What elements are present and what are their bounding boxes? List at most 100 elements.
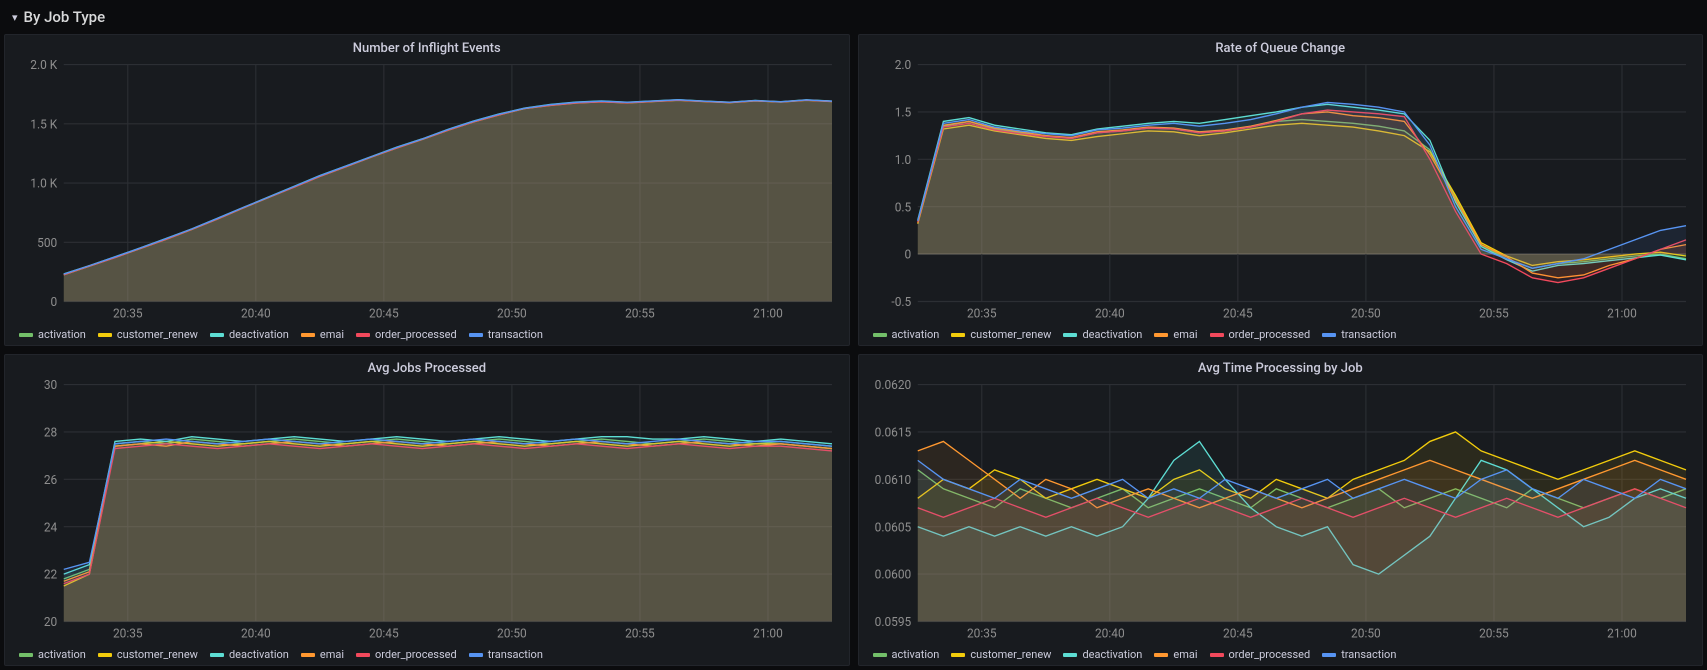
svg-text:20: 20 [44,615,58,629]
legend-label: activation [38,648,86,661]
legend-swatch [469,653,483,657]
legend-item-order_processed[interactable]: order_processed [1210,648,1311,661]
panel-queue-rate[interactable]: Rate of Queue Change-0.500.51.01.52.020:… [858,34,1704,346]
chart-area[interactable]: -0.500.51.01.52.020:3520:4020:4520:5020:… [869,60,1693,322]
legend-swatch [301,333,315,337]
legend-swatch [1322,653,1336,657]
legend-item-emai[interactable]: emai [1154,328,1197,341]
svg-text:0.0605: 0.0605 [874,520,911,534]
legend-label: emai [320,328,344,341]
legend-item-transaction[interactable]: transaction [1322,328,1396,341]
legend-label: order_processed [1229,328,1311,341]
svg-text:0.5: 0.5 [894,200,911,214]
svg-text:20:50: 20:50 [497,626,527,640]
legend-item-activation[interactable]: activation [873,328,940,341]
legend-label: deactivation [1082,328,1142,341]
svg-text:20:55: 20:55 [625,306,655,320]
svg-text:20:35: 20:35 [966,626,996,640]
svg-text:2.0 K: 2.0 K [30,60,57,72]
legend-label: deactivation [229,328,289,341]
legend-item-customer_renew[interactable]: customer_renew [98,328,198,341]
legend-item-emai[interactable]: emai [301,328,344,341]
svg-text:20:50: 20:50 [1351,626,1381,640]
legend-item-transaction[interactable]: transaction [469,328,543,341]
legend-item-customer_renew[interactable]: customer_renew [951,648,1051,661]
legend-swatch [1210,653,1224,657]
chevron-down-icon: ▾ [12,11,18,24]
legend-item-activation[interactable]: activation [873,648,940,661]
panel-inflight[interactable]: Number of Inflight Events05001.0 K1.5 K2… [4,34,850,346]
chart-area[interactable]: 20222426283020:3520:4020:4520:5020:5521:… [15,380,839,642]
svg-text:1.5 K: 1.5 K [30,117,57,131]
legend-swatch [873,653,887,657]
legend-item-activation[interactable]: activation [19,328,86,341]
svg-text:21:00: 21:00 [753,626,783,640]
section-title: By Job Type [24,8,106,26]
svg-text:20:45: 20:45 [1223,306,1253,320]
legend-label: deactivation [229,648,289,661]
legend-label: activation [892,328,940,341]
legend-item-emai[interactable]: emai [1154,648,1197,661]
svg-text:1.0: 1.0 [894,153,911,167]
panel-avg-time[interactable]: Avg Time Processing by Job0.05950.06000.… [858,354,1704,666]
legend: activation customer_renew deactivation emai… [869,322,1693,341]
legend-label: emai [1173,328,1197,341]
chart-area[interactable]: 0.05950.06000.06050.06100.06150.062020:3… [869,380,1693,642]
svg-text:20:40: 20:40 [241,306,271,320]
svg-text:26: 26 [44,473,58,487]
legend-swatch [98,333,112,337]
legend-item-deactivation[interactable]: deactivation [210,328,289,341]
svg-text:2.0: 2.0 [894,60,911,72]
legend-item-deactivation[interactable]: deactivation [1063,648,1142,661]
svg-text:21:00: 21:00 [753,306,783,320]
svg-text:20:35: 20:35 [966,306,996,320]
legend-swatch [356,333,370,337]
legend-label: customer_renew [117,328,198,341]
svg-text:20:55: 20:55 [625,626,655,640]
legend-swatch [210,653,224,657]
legend-swatch [951,333,965,337]
legend: activation customer_renew deactivation emai… [869,642,1693,661]
legend-swatch [301,653,315,657]
svg-text:20:50: 20:50 [1351,306,1381,320]
legend-item-deactivation[interactable]: deactivation [210,648,289,661]
svg-text:20:45: 20:45 [1223,626,1253,640]
legend-item-customer_renew[interactable]: customer_renew [951,328,1051,341]
legend-item-order_processed[interactable]: order_processed [356,328,457,341]
legend-swatch [1322,333,1336,337]
panel-title: Number of Inflight Events [15,41,839,60]
svg-text:0.0595: 0.0595 [874,615,911,629]
legend-swatch [1154,333,1168,337]
svg-text:20:45: 20:45 [369,306,399,320]
legend-swatch [19,653,33,657]
svg-text:28: 28 [44,425,58,439]
svg-text:20:55: 20:55 [1479,306,1509,320]
svg-text:21:00: 21:00 [1607,626,1637,640]
svg-text:500: 500 [37,236,57,250]
legend-item-order_processed[interactable]: order_processed [1210,328,1311,341]
chart-area[interactable]: 05001.0 K1.5 K2.0 K20:3520:4020:4520:502… [15,60,839,322]
svg-text:0: 0 [904,247,911,261]
legend-item-order_processed[interactable]: order_processed [356,648,457,661]
legend-label: transaction [488,648,543,661]
panel-avg-jobs[interactable]: Avg Jobs Processed20222426283020:3520:40… [4,354,850,666]
legend-item-customer_renew[interactable]: customer_renew [98,648,198,661]
legend-item-transaction[interactable]: transaction [1322,648,1396,661]
legend-label: transaction [1341,648,1396,661]
legend-item-activation[interactable]: activation [19,648,86,661]
legend-swatch [356,653,370,657]
legend-label: transaction [488,328,543,341]
section-header[interactable]: ▾ By Job Type [0,0,1707,34]
legend-label: emai [1173,648,1197,661]
panel-title: Avg Time Processing by Job [869,361,1693,380]
svg-text:20:55: 20:55 [1479,626,1509,640]
legend-item-emai[interactable]: emai [301,648,344,661]
svg-text:0: 0 [51,295,58,309]
legend-item-transaction[interactable]: transaction [469,648,543,661]
legend-item-deactivation[interactable]: deactivation [1063,328,1142,341]
legend: activation customer_renew deactivation emai… [15,642,839,661]
svg-text:-0.5: -0.5 [891,295,911,309]
legend-label: customer_renew [970,648,1051,661]
svg-text:20:50: 20:50 [497,306,527,320]
legend-swatch [210,333,224,337]
